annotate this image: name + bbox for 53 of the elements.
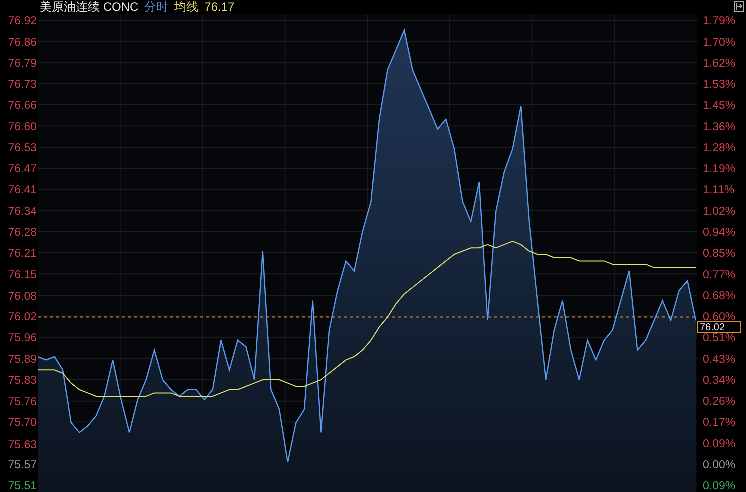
price-tick-label: 76.92 [8, 16, 37, 28]
percent-tick-label: 0.85% [703, 248, 736, 260]
percent-tick-label: 0.34% [703, 374, 736, 387]
percent-tick-label: 0.43% [703, 354, 736, 366]
price-tick-label: 76.02 [8, 312, 37, 324]
percent-tick-label: 1.02% [703, 206, 736, 218]
price-tick-label: 76.86 [8, 36, 37, 49]
percent-tick-label: 1.11% [703, 184, 735, 197]
price-tick-label: 75.70 [8, 417, 37, 430]
instrument-title: 美原油连续 CONC [40, 0, 139, 16]
average-value: 76.17 [204, 0, 235, 14]
price-tick-label: 75.83 [8, 374, 37, 387]
price-tick-label: 75.89 [8, 354, 37, 366]
percent-tick-label: 1.28% [703, 142, 736, 154]
percent-tick-label: 0.51% [703, 332, 736, 345]
chart-mode-label: 分时 [144, 0, 169, 16]
percent-tick-label: 1.62% [703, 58, 736, 70]
ref-line-label: 76.02 [700, 322, 726, 334]
price-tick-label: 75.51 [8, 480, 37, 492]
percent-tick-label: 1.79% [703, 16, 736, 28]
price-tick-label: 76.47 [8, 164, 37, 176]
percent-tick-label: 0.94% [703, 227, 736, 239]
percent-tick-label: 0.09% [703, 438, 736, 450]
percent-tick-label: 0.77% [703, 269, 736, 282]
price-tick-label: 76.66 [8, 100, 37, 112]
percent-tick-label: 0.26% [703, 396, 736, 408]
percent-tick-label: 1.70% [703, 36, 736, 49]
price-tick-label: 76.79 [8, 58, 37, 70]
percent-tick-label: 0.00% [703, 460, 736, 472]
percent-tick-label: 1.19% [703, 164, 736, 176]
price-tick-label: 76.08 [8, 291, 37, 304]
percent-tick-label: 1.36% [703, 121, 736, 134]
percent-tick-label: 0.17% [703, 417, 736, 430]
expand-icon[interactable] [734, 1, 744, 12]
price-tick-label: 76.15 [8, 269, 37, 282]
price-tick-label: 76.53 [8, 142, 37, 155]
percent-tick-label: 1.53% [703, 79, 736, 92]
price-tick-label: 75.63 [8, 439, 37, 452]
average-label: 均线 [174, 0, 199, 16]
price-tick-label: 76.34 [8, 206, 37, 218]
price-tick-label: 76.73 [8, 79, 37, 92]
last-price-label: 76.02 [697, 321, 741, 334]
price-tick-label: 76.41 [8, 184, 37, 197]
price-tick-label: 76.60 [8, 121, 37, 134]
percent-tick-label: 0.60% [703, 312, 736, 324]
percent-tick-label: 0.68% [703, 290, 736, 302]
price-tick-label: 75.76 [8, 396, 37, 409]
percent-tick-label: 1.45% [703, 100, 736, 112]
price-tick-label: 76.21 [8, 248, 37, 260]
price-tick-label: 75.57 [8, 460, 37, 472]
price-tick-label: 75.96 [8, 332, 37, 345]
percent-tick-label: 0.09% [703, 480, 736, 492]
price-tick-label: 76.28 [8, 227, 37, 239]
